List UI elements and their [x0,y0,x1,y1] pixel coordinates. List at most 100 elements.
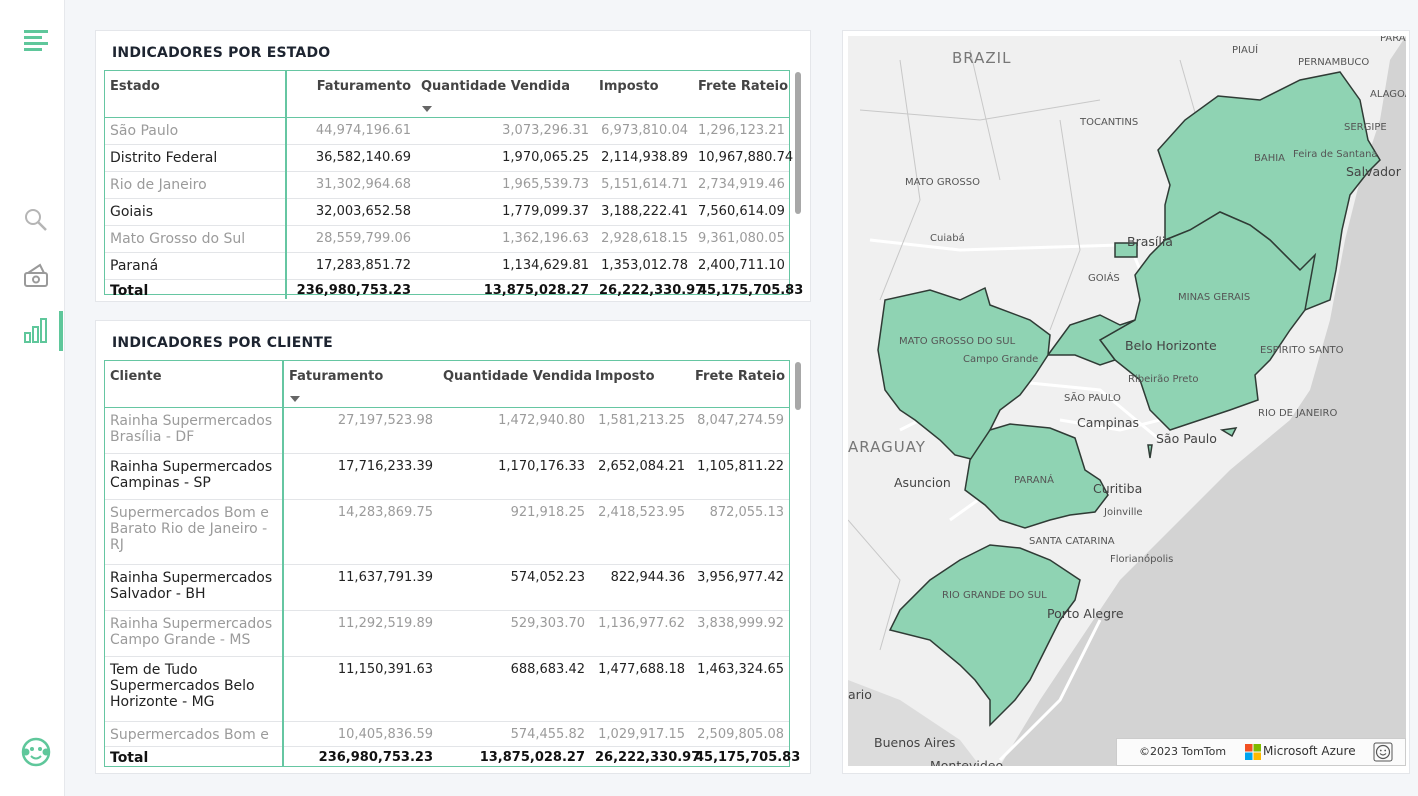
row-value: 529,303.70 [438,610,590,657]
table-row[interactable]: Supermercados Bom e Barato Rio de Janeir… [105,499,789,565]
row-value: 2,418,523.95 [590,499,690,565]
map-label-bahia: BAHIA [1254,153,1286,164]
chart-bar-icon[interactable] [20,314,52,346]
map-label-parana: PARANÁ [1014,475,1054,486]
col-cliente[interactable]: Cliente [105,361,284,408]
menu-icon[interactable] [20,24,52,56]
tomtom-attribution: ©2023 TomTom [1139,745,1227,758]
col-frete-rateio[interactable]: Frete Rateio [693,71,789,118]
cliente-table: Cliente Faturamento Quantidade Vendida I… [105,361,800,766]
col-frete-rateio[interactable]: Frete Rateio [690,361,789,408]
col-imposto[interactable]: Imposto [590,361,690,408]
table-row[interactable]: Rainha Supermercados Campinas - SP 17,716… [105,453,789,500]
table-row[interactable]: Rainha Supermercados Salvador - BH 11,637… [105,564,789,611]
total-label: Total [105,746,284,766]
row-value: 8,047,274.59 [690,407,789,454]
sort-desc-icon [422,106,432,112]
table-row[interactable]: Mato Grosso do Sul 28,559,799.06 1,362,196… [105,225,789,253]
estado-card-title: INDICADORES POR ESTADO [112,45,331,61]
table-row[interactable]: Rio de Janeiro 31,302,964.68 1,965,539.73 5… [105,171,789,199]
row-value: 1,029,917.15 [590,721,690,747]
map[interactable]: BRAZIL PIAUÍ PERNAMBUCO PARÁ ALAGOA TOCA… [848,36,1406,766]
row-label: Tem de Tudo Supermercados Belo Horizonte… [105,656,284,722]
row-value: 1,472,940.80 [438,407,590,454]
row-value: 32,003,652.58 [286,198,416,226]
row-label: Rainha Supermercados Brasília - DF [105,407,284,454]
row-value: 10,967,880.74 [693,144,793,172]
map-label-tocantins: TOCANTINS [1080,117,1139,128]
smiley-icon[interactable] [1373,742,1393,762]
map-label-sao-paulo-city: São Paulo [1156,431,1217,446]
table-row[interactable]: Rainha Supermercados Campo Grande - MS 11… [105,610,789,657]
row-value: 2,928,618.15 [594,225,693,253]
row-value: 6,973,810.04 [594,117,693,145]
row-value: 2,734,919.46 [693,171,789,199]
table-row[interactable]: Rainha Supermercados Brasília - DF 27,197… [105,407,789,454]
row-value: 1,581,213.25 [590,407,690,454]
map-attribution: ©2023 TomTom Microsoft Azure [1116,738,1406,766]
avatar-icon[interactable] [20,736,52,768]
col-quantidade-vendida[interactable]: Quantidade Vendida [416,71,594,118]
map-label-joinville: Joinville [1104,507,1143,518]
table-row[interactable]: Tem de Tudo Supermercados Belo Horizonte… [105,656,789,722]
row-value: 7,560,614.09 [693,198,789,226]
row-value: 2,652,084.21 [590,453,690,500]
row-label: São Paulo [105,117,287,145]
row-value: 921,918.25 [438,499,590,565]
table-row[interactable]: Goiais 32,003,652.58 1,779,099.37 3,188,222… [105,198,789,226]
estado-scrollbar[interactable] [795,72,801,214]
row-value: 1,965,539.73 [416,171,594,199]
map-label-feira: Feira de Santana [1293,149,1378,160]
col-quantidade-vendida[interactable]: Quantidade Vendida [438,361,592,408]
total-value: 26,222,330.97 [599,283,705,298]
row-value: 17,283,851.72 [286,252,416,280]
cliente-scrollbar[interactable] [795,362,801,410]
total-row: Total 236,980,753.23 13,875,028.27 26,222,3… [105,279,803,299]
col-imposto[interactable]: Imposto [594,71,693,118]
estado-table: Estado Faturamento Quantidade Vendida Im… [105,71,803,299]
row-value: 2,400,711.10 [693,252,789,280]
microsoft-logo-icon [1245,744,1261,760]
row-value: 44,974,196.61 [286,117,416,145]
row-value: 1,105,811.22 [690,453,789,500]
sort-desc-icon [290,396,300,402]
table-row[interactable]: São Paulo 44,974,196.61 3,073,296.31 6,973,… [105,117,789,145]
row-label: Paraná [105,252,287,280]
state-rio-de-janeiro[interactable] [1219,427,1238,438]
sidebar [0,0,65,796]
map-label-sergipe: SERGIPE [1344,122,1387,133]
row-value: 3,188,222.41 [594,198,693,226]
row-value: 28,559,799.06 [286,225,416,253]
col-faturamento[interactable]: Faturamento [286,71,416,118]
row-value: 1,170,176.33 [438,453,590,500]
map-label-paraguay: ARAGUAY [848,438,926,456]
map-label-campinas: Campinas [1077,415,1140,430]
map-label-montevideo: Montevideo [930,758,1004,766]
col-faturamento[interactable]: Faturamento [283,361,438,408]
row-value: 31,302,964.68 [286,171,416,199]
row-value: 2,509,805.08 [690,721,789,747]
row-value: 11,637,791.39 [283,564,438,611]
row-value: 11,292,519.89 [283,610,438,657]
col-estado[interactable]: Estado [105,71,287,118]
map-label-porto-alegre: Porto Alegre [1047,606,1124,621]
row-label: Supermercados Bom e [105,721,284,747]
row-value: 17,716,233.39 [283,453,438,500]
map-label-ribeirao: Ribeirão Preto [1128,374,1199,385]
map-label-salvador: Salvador [1346,164,1401,179]
row-value: 1,134,629.81 [416,252,594,280]
map-label-curitiba: Curitiba [1093,481,1143,496]
table-row[interactable]: Paraná 17,283,851.72 1,134,629.81 1,353,012… [105,252,789,280]
total-value: 236,980,753.23 [296,283,411,298]
row-value: 3,838,999.92 [690,610,789,657]
money-icon[interactable] [20,259,52,291]
state-sao-paulo[interactable] [1147,444,1153,459]
search-icon[interactable] [20,204,52,236]
row-label: Rainha Supermercados Salvador - BH [105,564,284,611]
table-row[interactable]: Supermercados Bom e 10,405,836.59 574,455.… [105,721,789,747]
row-value: 11,150,391.63 [283,656,438,722]
row-value: 5,151,614.71 [594,171,693,199]
map-label-cuiaba: Cuiabá [930,233,965,244]
table-row[interactable]: Distrito Federal 36,582,140.69 1,970,065.2… [105,144,793,172]
total-value: 236,980,753.23 [318,750,433,765]
